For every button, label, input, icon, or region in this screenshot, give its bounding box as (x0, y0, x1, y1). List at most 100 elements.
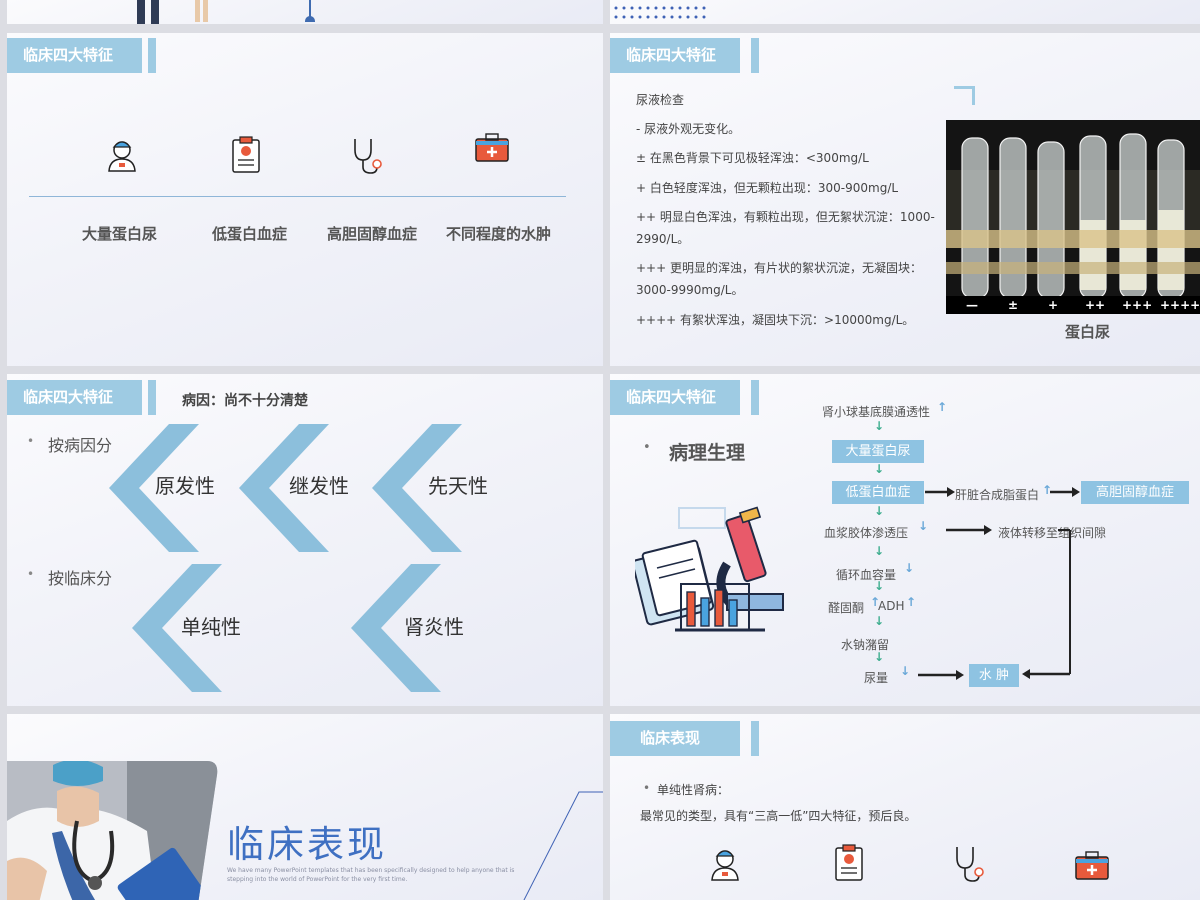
flow-permeability: 肾小球基底膜通透性 (822, 405, 931, 419)
urine-line-6: +++ 更明显的浑浊，有片状的絮状沉淀，无凝固块： (636, 261, 922, 275)
person-illustration-2 (193, 0, 213, 24)
doctor-icon (108, 141, 136, 172)
diagonal-line-decoration (523, 791, 603, 900)
photo-caption: 蛋白尿 (1065, 323, 1111, 341)
slide-pathophysiology[interactable]: 临床四大特征 • 病理生理 肾小球基底膜通透性 ↑ ↓ 大量蛋白尿 ↓ 低蛋白血… (610, 374, 1200, 706)
tag-accent-bar (148, 38, 156, 73)
tube-mark-0: — (966, 298, 978, 312)
simple-nephrosis-desc: 最常见的类型，具有“三高一低”四大特征，预后良。 (640, 809, 917, 823)
urine-line-5: 2990/L。 (636, 232, 690, 246)
clipboard-icon (232, 136, 260, 173)
down-arrow-icon: ↓ (874, 614, 885, 628)
urine-line-4: ++ 明显白色浑浊，有颗粒出现，但无絮状沉淀：1000- (636, 210, 935, 224)
down-blue-arrow-icon: ↓ (900, 664, 911, 678)
tube-mark-5: ++++ (1160, 298, 1200, 312)
flow-blood-volume: 循环血容量 (836, 568, 897, 582)
tag-accent-bar (148, 380, 156, 415)
clipboard-icon (835, 844, 863, 881)
clinical-title: 临床表现 (227, 823, 387, 866)
bullet-dot: • (643, 440, 651, 455)
down-blue-arrow-icon: ↓ (918, 519, 929, 533)
type-congenital: 先天性 (428, 474, 488, 498)
tag-accent-bar (751, 721, 759, 756)
tube-mark-2: + (1048, 298, 1059, 312)
flow-liver-lipoprotein: 肝脏合成脂蛋白 (955, 488, 1040, 502)
section-tag: 临床表现 (610, 721, 740, 756)
divider-line (29, 196, 566, 197)
urine-line-1: - 尿液外观无变化。 (636, 122, 741, 136)
urine-line-7: 3000-9990mg/L。 (636, 283, 744, 297)
urine-line-3: + 白色轻度浑浊，但无颗粒出现：300-900mg/L (636, 181, 899, 195)
arrow-right-icon (1050, 487, 1080, 497)
lamp-illustration (305, 0, 315, 24)
stethoscope-icon (354, 139, 382, 174)
stethoscope-icon (956, 847, 984, 882)
doctor-icon (711, 850, 739, 881)
slide-classification[interactable]: 临床四大特征 病因：尚不十分清楚 • 按病因分 • 按临床分 原发性 继发性 先… (7, 374, 603, 706)
urine-line-8: ++++ 有絮状浑浊，凝固块下沉：>10000mg/L。 (636, 313, 915, 327)
doctor-photo (7, 761, 218, 900)
bullet-dot-2: • (27, 567, 35, 581)
simple-nephrosis-bullet: 单纯性肾病： (657, 783, 730, 797)
group-by-cause: 按病因分 (48, 436, 113, 455)
connector-line (1022, 529, 1071, 679)
flow-box-hypercholesterolemia: 高胆固醇血症 (1081, 481, 1189, 504)
flow-adh: ADH (878, 599, 905, 613)
slide-top-right-partial (610, 0, 1200, 24)
tag-accent-bar (751, 380, 759, 415)
test-tubes-photo (946, 120, 1200, 314)
laboratory-illustration (635, 506, 784, 632)
cause-note: 病因：尚不十分清楚 (182, 393, 308, 409)
first-aid-kit-icon (475, 133, 509, 162)
down-arrow-icon: ↓ (874, 579, 885, 593)
urine-line-2: ± 在黑色背景下可见极轻浑浊：<300mg/L (636, 151, 869, 165)
arrow-right-icon (925, 487, 955, 497)
bullet-dot: • (643, 781, 651, 795)
tube-mark-1: ± (1008, 298, 1019, 312)
corner-bracket-decoration (954, 86, 975, 105)
flow-plasma-pressure: 血浆胶体渗透压 (824, 526, 909, 540)
down-arrow-icon: ↓ (874, 650, 885, 664)
up-arrow-icon: ↑ (906, 595, 917, 609)
section-tag: 临床四大特征 (7, 38, 142, 73)
feature-label-1: 大量蛋白尿 (82, 225, 158, 243)
down-arrow-icon: ↓ (874, 419, 885, 433)
slide-clinical-manifestation[interactable]: 临床表现 • 单纯性肾病： 最常见的类型，具有“三高一低”四大特征，预后良。 (610, 714, 1200, 900)
dot-pattern-decoration (614, 6, 706, 19)
section-tag: 临床四大特征 (7, 380, 142, 415)
type-simple: 单纯性 (181, 615, 241, 639)
first-aid-kit-icon (1075, 851, 1109, 880)
down-arrow-icon: ↓ (874, 504, 885, 518)
person-illustration (135, 0, 165, 24)
slide-clinical-title[interactable]: 临床表现 We have many PowerPoint templates t… (7, 714, 603, 900)
up-arrow-icon: ↑ (937, 400, 948, 414)
tube-mark-3: ++ (1085, 298, 1106, 312)
flow-box-edema: 水 肿 (969, 664, 1019, 687)
bullet-dot: • (27, 434, 35, 448)
tube-mark-4: +++ (1122, 298, 1153, 312)
flow-urine-output: 尿量 (864, 671, 889, 685)
group-by-clinic: 按临床分 (48, 569, 113, 588)
flow-box-massive-proteinuria: 大量蛋白尿 (832, 440, 924, 463)
tag-accent-bar (751, 38, 759, 73)
slide-urine-test[interactable]: 临床四大特征 尿液检查 - 尿液外观无变化。 ± 在黑色背景下可见极轻浑浊：<3… (610, 33, 1200, 366)
section-tag: 临床四大特征 (610, 38, 740, 73)
section-tag: 临床四大特征 (610, 380, 740, 415)
urine-line-0: 尿液检查 (636, 93, 685, 107)
type-secondary: 继发性 (289, 474, 349, 498)
down-arrow-icon: ↓ (874, 462, 885, 476)
down-arrow-icon: ↓ (874, 544, 885, 558)
type-nephritic: 肾炎性 (404, 615, 464, 639)
down-blue-arrow-icon: ↓ (904, 561, 915, 575)
feature-label-3: 高胆固醇血症 (327, 225, 418, 243)
flow-box-hypoalbuminemia: 低蛋白血症 (832, 481, 924, 504)
pathophysiology-heading: 病理生理 (669, 442, 746, 464)
flow-aldosterone: 醛固酮 (828, 601, 865, 615)
clinical-subtitle: We have many PowerPoint templates that h… (227, 867, 515, 883)
type-primary: 原发性 (155, 474, 215, 498)
slide-four-features[interactable]: 临床四大特征 大量蛋白尿 低蛋白血症 高胆固醇血症 不同程度的水肿 (7, 33, 603, 366)
feature-label-4: 不同程度的水肿 (446, 225, 552, 243)
arrow-right-icon (918, 670, 964, 680)
slide-top-left-partial (7, 0, 603, 24)
feature-label-2: 低蛋白血症 (212, 225, 288, 243)
